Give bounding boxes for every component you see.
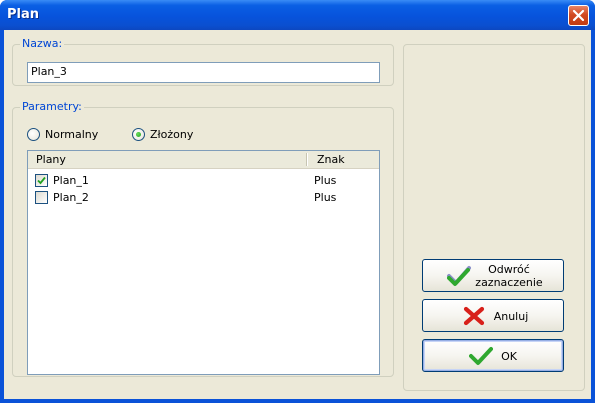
title-bar[interactable]: Plan xyxy=(0,0,595,30)
row-checkbox[interactable] xyxy=(35,174,48,187)
column-header-plans[interactable]: Plany xyxy=(28,151,308,168)
checkmark-icon xyxy=(447,266,471,286)
red-x-icon xyxy=(463,306,485,326)
row-plan-name: Plan_2 xyxy=(53,191,89,204)
radio-complex-label[interactable]: Złożony xyxy=(150,128,193,141)
ok-button-label: OK xyxy=(501,350,517,363)
list-item[interactable]: Plan_2 Plus xyxy=(28,189,379,206)
checkmark-icon xyxy=(37,176,46,185)
radio-normal-label[interactable]: Normalny xyxy=(45,128,98,141)
params-group-legend: Parametry: xyxy=(20,100,84,113)
row-sign: Plus xyxy=(314,191,337,204)
plans-list[interactable]: Plany Znak Plan_1 Plus Plan_2 Plus xyxy=(27,150,380,375)
params-group: Parametry: Normalny Złożony Plany Znak P… xyxy=(12,100,394,377)
row-checkbox[interactable] xyxy=(35,191,48,204)
plans-list-header: Plany Znak xyxy=(28,151,379,169)
invert-selection-button[interactable]: Odwróć zaznaczenie xyxy=(422,259,564,292)
close-button[interactable] xyxy=(568,5,589,26)
invert-button-line1: Odwróć xyxy=(488,263,530,276)
dialog-client-area: Nazwa: Plan_3 Parametry: Normalny Złożon… xyxy=(4,30,591,399)
checkmark-icon xyxy=(469,347,493,365)
window-title: Plan xyxy=(7,7,40,22)
row-plan-name: Plan_1 xyxy=(53,174,89,187)
close-icon xyxy=(572,9,585,22)
list-item[interactable]: Plan_1 Plus xyxy=(28,172,379,189)
column-separator[interactable] xyxy=(306,153,308,166)
row-sign: Plus xyxy=(314,174,337,187)
radio-selected-dot xyxy=(136,132,141,137)
dialog-window: Plan Nazwa: Plan_3 Parametry: Normalny Z… xyxy=(0,0,595,403)
radio-normal[interactable] xyxy=(27,128,40,141)
ok-button[interactable]: OK xyxy=(422,339,564,372)
column-header-sign[interactable]: Znak xyxy=(309,151,379,168)
name-input[interactable]: Plan_3 xyxy=(27,62,380,83)
actions-panel: Odwróć zaznaczenie Anuluj OK xyxy=(403,44,585,391)
name-group-legend: Nazwa: xyxy=(20,37,65,50)
radio-complex[interactable] xyxy=(132,128,145,141)
cancel-button-label: Anuluj xyxy=(493,310,529,323)
name-group: Nazwa: Plan_3 xyxy=(12,37,394,86)
cancel-button[interactable]: Anuluj xyxy=(422,299,564,332)
invert-button-line2: zaznaczenie xyxy=(475,276,543,289)
